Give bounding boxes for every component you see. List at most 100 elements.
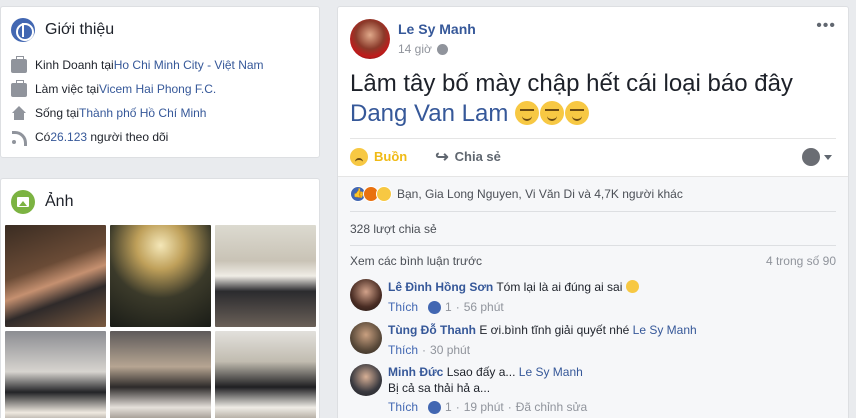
- comment-line: Lê Đình Hồng Sơn Tóm lại là ai đúng ai s…: [388, 279, 639, 295]
- comment-like-button[interactable]: Thích: [388, 343, 418, 357]
- intro-header: Giới thiệu: [1, 7, 319, 53]
- comment-body: Tùng Đỗ Thanh E ơi.bình tĩnh giải quyết …: [388, 322, 697, 357]
- intro-row-business: Kinh Doanh tại Ho Chi Minh City - Việt N…: [1, 53, 319, 77]
- commenter-name[interactable]: Minh Đức: [388, 365, 443, 379]
- viewer-avatar: [802, 148, 820, 166]
- photos-header: Ảnh: [1, 179, 319, 225]
- post-card: Le Sy Manh 14 giờ ••• Lâm tây bố mày chậ…: [337, 6, 849, 418]
- post-meta: Le Sy Manh 14 giờ: [398, 19, 476, 59]
- intro-link-city[interactable]: Thành phố Hồ Chí Minh: [79, 106, 206, 120]
- post-as-selector[interactable]: [802, 148, 832, 166]
- intro-card: Giới thiệu Kinh Doanh tại Ho Chi Minh Ci…: [0, 6, 320, 158]
- commenter-avatar[interactable]: [350, 279, 382, 311]
- comment-time[interactable]: 19 phút: [464, 400, 504, 414]
- post-body: Lâm tây bố mày chập hết cái loại báo đây…: [350, 69, 840, 129]
- comment-meta: Thích · 30 phút: [388, 343, 697, 357]
- intro-row-work: Làm việc tại Vicem Hai Phong F.C.: [1, 77, 319, 101]
- share-icon: ↪: [435, 148, 449, 166]
- like-count-icon: [428, 300, 442, 314]
- photo-thumbnail[interactable]: [110, 225, 211, 327]
- intro-prefix: Có: [35, 130, 51, 144]
- post-options-button[interactable]: •••: [816, 17, 836, 35]
- intro-link-business[interactable]: Ho Chi Minh City - Việt Nam: [114, 58, 264, 72]
- comment-text: Tóm lại là ai đúng ai sai: [496, 280, 623, 294]
- comment-mention[interactable]: Le Sy Manh: [519, 365, 583, 379]
- photos-title[interactable]: Ảnh: [45, 193, 73, 211]
- like-count-icon: [428, 400, 442, 414]
- post-actions: Buồn ↪ Chia sẻ: [350, 138, 836, 174]
- followers-link[interactable]: 26.123: [50, 130, 87, 144]
- intro-row-followers: Có 26.123 người theo dõi: [1, 125, 319, 149]
- post-header: Le Sy Manh 14 giờ: [350, 19, 476, 59]
- public-globe-icon[interactable]: [436, 43, 448, 55]
- commenter-name[interactable]: Tùng Đỗ Thanh: [388, 323, 476, 337]
- shares-count[interactable]: 328 lượt chia sẻ: [350, 211, 836, 245]
- comment-mention[interactable]: Le Sy Manh: [633, 323, 697, 337]
- photo-thumbnail[interactable]: [110, 331, 211, 418]
- post-timestamp[interactable]: 14 giờ: [398, 42, 432, 56]
- smirk-emoji-icon: [565, 101, 589, 125]
- intro-title: Giới thiệu: [45, 21, 115, 38]
- comment-text-line-2: Bị cả sa thải hả a...: [388, 381, 491, 395]
- smirk-emoji-icon: [540, 101, 564, 125]
- photo-thumbnail[interactable]: [5, 331, 106, 418]
- author-name[interactable]: Le Sy Manh: [398, 21, 476, 37]
- separator: ·: [422, 343, 427, 357]
- view-previous-comments-link[interactable]: Xem các bình luận trước: [350, 246, 482, 275]
- intro-prefix: Sống tại: [35, 106, 80, 120]
- commenter-avatar[interactable]: [350, 364, 382, 396]
- comment-meta: Thích 1 · 56 phút: [388, 300, 639, 314]
- separator: ·: [455, 400, 460, 414]
- comment-line: Minh Đức Lsao đấy a... Le Sy Manh: [388, 364, 587, 380]
- reaction-button[interactable]: Buồn: [350, 147, 408, 166]
- comment-like-count[interactable]: 1: [445, 400, 452, 414]
- chevron-down-icon: [824, 154, 832, 160]
- comment-body: Minh Đức Lsao đấy a... Le Sy Manh Bị cả …: [388, 364, 587, 414]
- sad-reaction-icon: [350, 147, 368, 166]
- share-button[interactable]: ↪ Chia sẻ: [435, 147, 501, 167]
- photo-thumbnail[interactable]: [215, 225, 316, 327]
- comment-time[interactable]: 30 phút: [430, 343, 470, 357]
- intro-suffix: người theo dõi: [87, 130, 169, 144]
- post-mention[interactable]: Dang Van Lam: [350, 100, 508, 127]
- comment-body: Lê Đình Hồng Sơn Tóm lại là ai đúng ai s…: [388, 279, 639, 314]
- comment-text: E ơi.bình tĩnh giải quyết nhé: [479, 323, 630, 337]
- photo-thumbnail[interactable]: [215, 331, 316, 418]
- reaction-label: Buồn: [374, 149, 408, 164]
- photo-thumbnail[interactable]: [5, 225, 106, 327]
- rss-icon: [11, 130, 27, 146]
- intro-row-lives: Sống tại Thành phố Hồ Chí Minh: [1, 101, 319, 125]
- briefcase-icon: [11, 80, 27, 97]
- comment-edited[interactable]: Đã chỉnh sửa: [516, 400, 587, 414]
- photos-card: Ảnh: [0, 178, 320, 418]
- comment-meta: Thích 1 · 19 phút · Đã chỉnh sửa: [388, 400, 587, 414]
- comment-text: Lsao đấy a...: [446, 365, 516, 379]
- smirk-emoji-icon: [515, 101, 539, 125]
- comment-count: 4 trong số 90: [765, 254, 836, 268]
- commenter-avatar[interactable]: [350, 322, 382, 354]
- author-avatar[interactable]: [350, 19, 390, 59]
- comment-item: Tùng Đỗ Thanh E ơi.bình tĩnh giải quyết …: [350, 322, 697, 357]
- post-text: Lâm tây bố mày chập hết cái loại báo đây: [350, 70, 793, 97]
- comment-line: Tùng Đỗ Thanh E ơi.bình tĩnh giải quyết …: [388, 322, 697, 338]
- comment-like-button[interactable]: Thích: [388, 300, 418, 314]
- intro-link-work[interactable]: Vicem Hai Phong F.C.: [99, 82, 216, 96]
- more-comments-bar: Xem các bình luận trước 4 trong số 90: [350, 245, 836, 275]
- briefcase-icon: [11, 56, 27, 73]
- intro-prefix: Kinh Doanh tại: [35, 58, 114, 72]
- reactions-summary[interactable]: Bạn, Gia Long Nguyen, Vi Văn Di và 4,7K …: [338, 177, 848, 211]
- comment-like-count[interactable]: 1: [445, 300, 452, 314]
- reactions-text: Bạn, Gia Long Nguyen, Vi Văn Di và 4,7K …: [397, 187, 683, 201]
- haha-reaction-icon: [376, 186, 392, 202]
- post-time: 14 giờ: [398, 42, 476, 56]
- photo-grid: [5, 225, 316, 418]
- intro-prefix: Làm việc tại: [35, 82, 100, 96]
- comment-time[interactable]: 56 phút: [464, 300, 504, 314]
- share-label: Chia sẻ: [454, 149, 501, 164]
- house-icon: [11, 106, 27, 120]
- comment-item: Lê Đình Hồng Sơn Tóm lại là ai đúng ai s…: [350, 279, 639, 314]
- commenter-name[interactable]: Lê Đình Hồng Sơn: [388, 280, 493, 294]
- globe-icon: [11, 18, 35, 42]
- separator: ·: [455, 300, 460, 314]
- comment-like-button[interactable]: Thích: [388, 400, 418, 414]
